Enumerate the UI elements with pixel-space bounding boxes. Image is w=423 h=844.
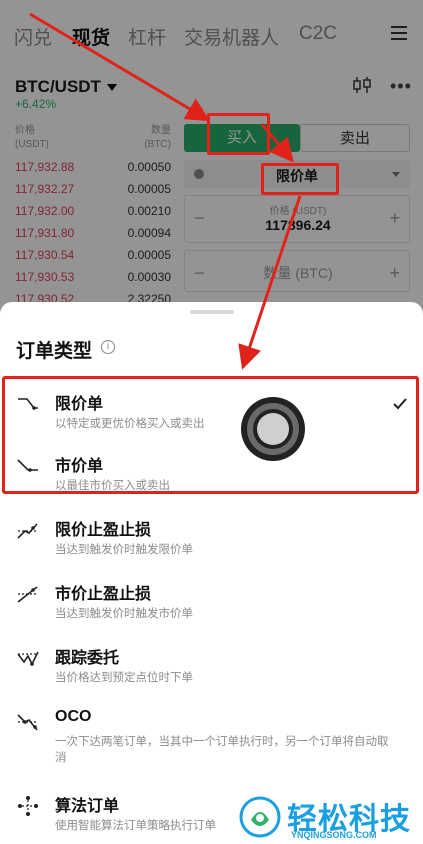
option-description: 当达到触发价时触发市价单 — [55, 608, 193, 620]
screen-record-button[interactable] — [241, 397, 305, 461]
info-icon[interactable]: i — [101, 340, 115, 354]
sheet-title: 订单类型 — [16, 341, 93, 362]
order-type-option-stop-market[interactable]: 市价止盈止损 当达到触发价时触发市价单 — [0, 572, 423, 634]
order-type-option-stop-limit[interactable]: 限价止盈止损 当达到触发价时触发限价单 — [0, 508, 423, 570]
option-name: OCO — [55, 708, 92, 725]
option-name: 限价止盈止损 — [55, 522, 152, 539]
option-description: 当价格达到预定点位时下单 — [55, 672, 193, 684]
watermark: 轻松科技 YNQINGSONG.COM — [235, 792, 423, 844]
order-type-option-oco[interactable]: OCO 一次下达两笔订单，当其中一个订单执行时，另一个订单将自动取消 — [0, 700, 423, 772]
stop-limit-icon — [17, 523, 38, 539]
option-name: 算法订单 — [55, 798, 120, 815]
brand-logo-icon — [239, 796, 281, 838]
trailing-stop-icon — [17, 651, 39, 666]
algo-order-icon — [18, 796, 38, 816]
option-name: 跟踪委托 — [55, 650, 120, 667]
annotation-box-buy — [207, 113, 270, 155]
watermark-domain: YNQINGSONG.COM — [291, 830, 377, 840]
annotation-box-options — [2, 376, 419, 494]
order-type-option-trailing-stop[interactable]: 跟踪委托 当价格达到预定点位时下单 — [0, 636, 423, 698]
option-description: 一次下达两笔订单，当其中一个订单执行时，另一个订单将自动取消 — [55, 736, 389, 764]
oco-icon — [17, 714, 38, 731]
option-name: 市价止盈止损 — [55, 586, 152, 603]
option-description: 当达到触发价时触发限价单 — [55, 544, 193, 556]
stop-market-icon — [17, 586, 38, 603]
sheet-drag-handle[interactable] — [190, 310, 234, 314]
annotation-box-order-type — [261, 163, 339, 195]
